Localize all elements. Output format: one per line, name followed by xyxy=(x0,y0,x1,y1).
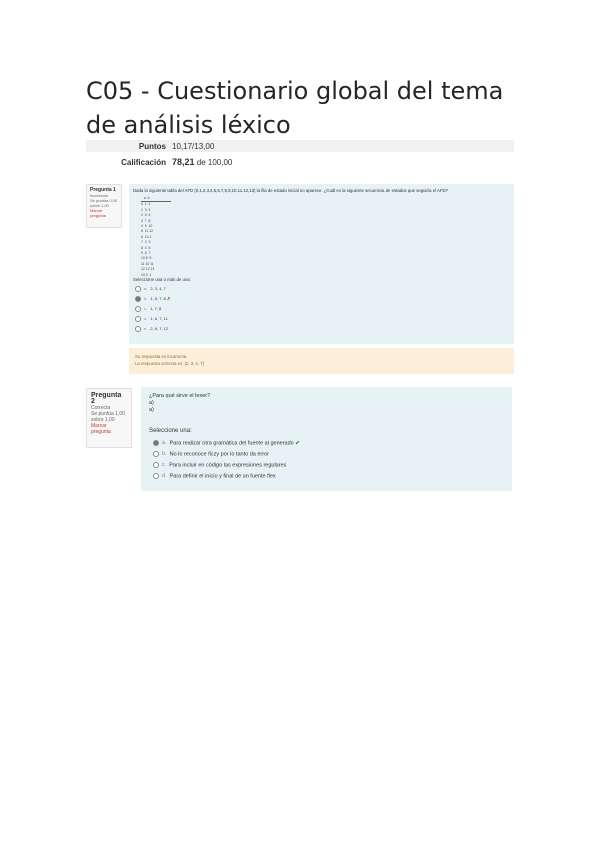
question-2-number: Pregunta 2 xyxy=(91,392,122,405)
incorrect-icon: ✗ xyxy=(167,296,171,302)
points-value: 10,17/13,00 xyxy=(172,141,215,151)
points-label: Puntos xyxy=(138,141,166,151)
question-2-info: Pregunta 2 Correcta Se puntúa 1,00 sobre… xyxy=(86,388,132,448)
feedback-line-2: La respuesta correcta es: [2, 3, 4, 7] xyxy=(135,361,204,366)
question-1-option-a[interactable]: a. 2, 3, 4, 7 xyxy=(135,286,166,292)
question-1-content: Dada la siguiente tabla del AFD (0,1,2,3… xyxy=(129,184,514,344)
question-2-score: Se puntúa 1,00 sobre 1,00 xyxy=(91,411,125,423)
grade-summary: Puntos 10,17/13,00 Calificación 78,21 de… xyxy=(86,140,514,168)
question-2-option-d[interactable]: d. Para definir el inicio y final de un f… xyxy=(153,473,276,479)
question-1-flag-link[interactable]: Marcar pregunta xyxy=(90,208,118,218)
grade-row: Calificación 78,21 de 100,00 xyxy=(86,156,514,168)
points-row: Puntos 10,17/13,00 xyxy=(86,140,514,152)
question-2-prompt: Seleccione una: xyxy=(149,428,192,434)
question-1-option-e[interactable]: e. 2, 6, 7, 12 xyxy=(135,326,168,332)
grade-value: 78,21 xyxy=(172,157,195,167)
question-2-flag-link[interactable]: Marcar pregunta xyxy=(91,423,127,435)
question-1-text: Dada la siguiente tabla del AFD (0,1,2,3… xyxy=(133,188,448,193)
question-1-option-c[interactable]: c. 1, 7, 8 xyxy=(135,306,161,312)
grade-label: Calificación xyxy=(121,157,166,167)
question-2-option-b[interactable]: b. No lo reconoce ficzy por lo tanto da e… xyxy=(153,451,269,457)
question-2-content: ¿Para qué sirve el lexer? a) a) Seleccio… xyxy=(141,387,512,491)
question-1-option-d[interactable]: d. 1, 6, 7, 11 xyxy=(135,316,168,322)
question-2-option-c[interactable]: c. Para incluir en código las expresiones… xyxy=(153,462,286,468)
transition-table: a b 0 1 2 1 3 4 2 5 6 3 7 8 4 9 10 5 11 … xyxy=(141,196,171,278)
question-2-text: ¿Para qué sirve el lexer? a) a) xyxy=(149,393,211,413)
question-1-feedback: Su respuesta es incorrecta. La respuesta… xyxy=(129,348,514,374)
grade-suffix: de 100,00 xyxy=(196,158,233,167)
document-title: C05 - Cuestionario global del tema de an… xyxy=(86,77,504,139)
question-1-option-b[interactable]: b. 1, 5, 7, 8 ✗ xyxy=(135,296,170,302)
question-2-option-a[interactable]: a. Para realizar otra gramática del fuent… xyxy=(153,440,300,446)
question-1-score: Se puntúa 0,00 sobre 1,00 xyxy=(90,198,118,208)
correct-icon: ✔ xyxy=(295,440,300,447)
feedback-line-1: Su respuesta es incorrecta. xyxy=(135,354,188,359)
question-1-info: Pregunta 1 Incorrecta Se puntúa 0,00 sob… xyxy=(86,184,122,228)
question-1-prompt: Seleccione una o más de una: xyxy=(133,277,191,282)
